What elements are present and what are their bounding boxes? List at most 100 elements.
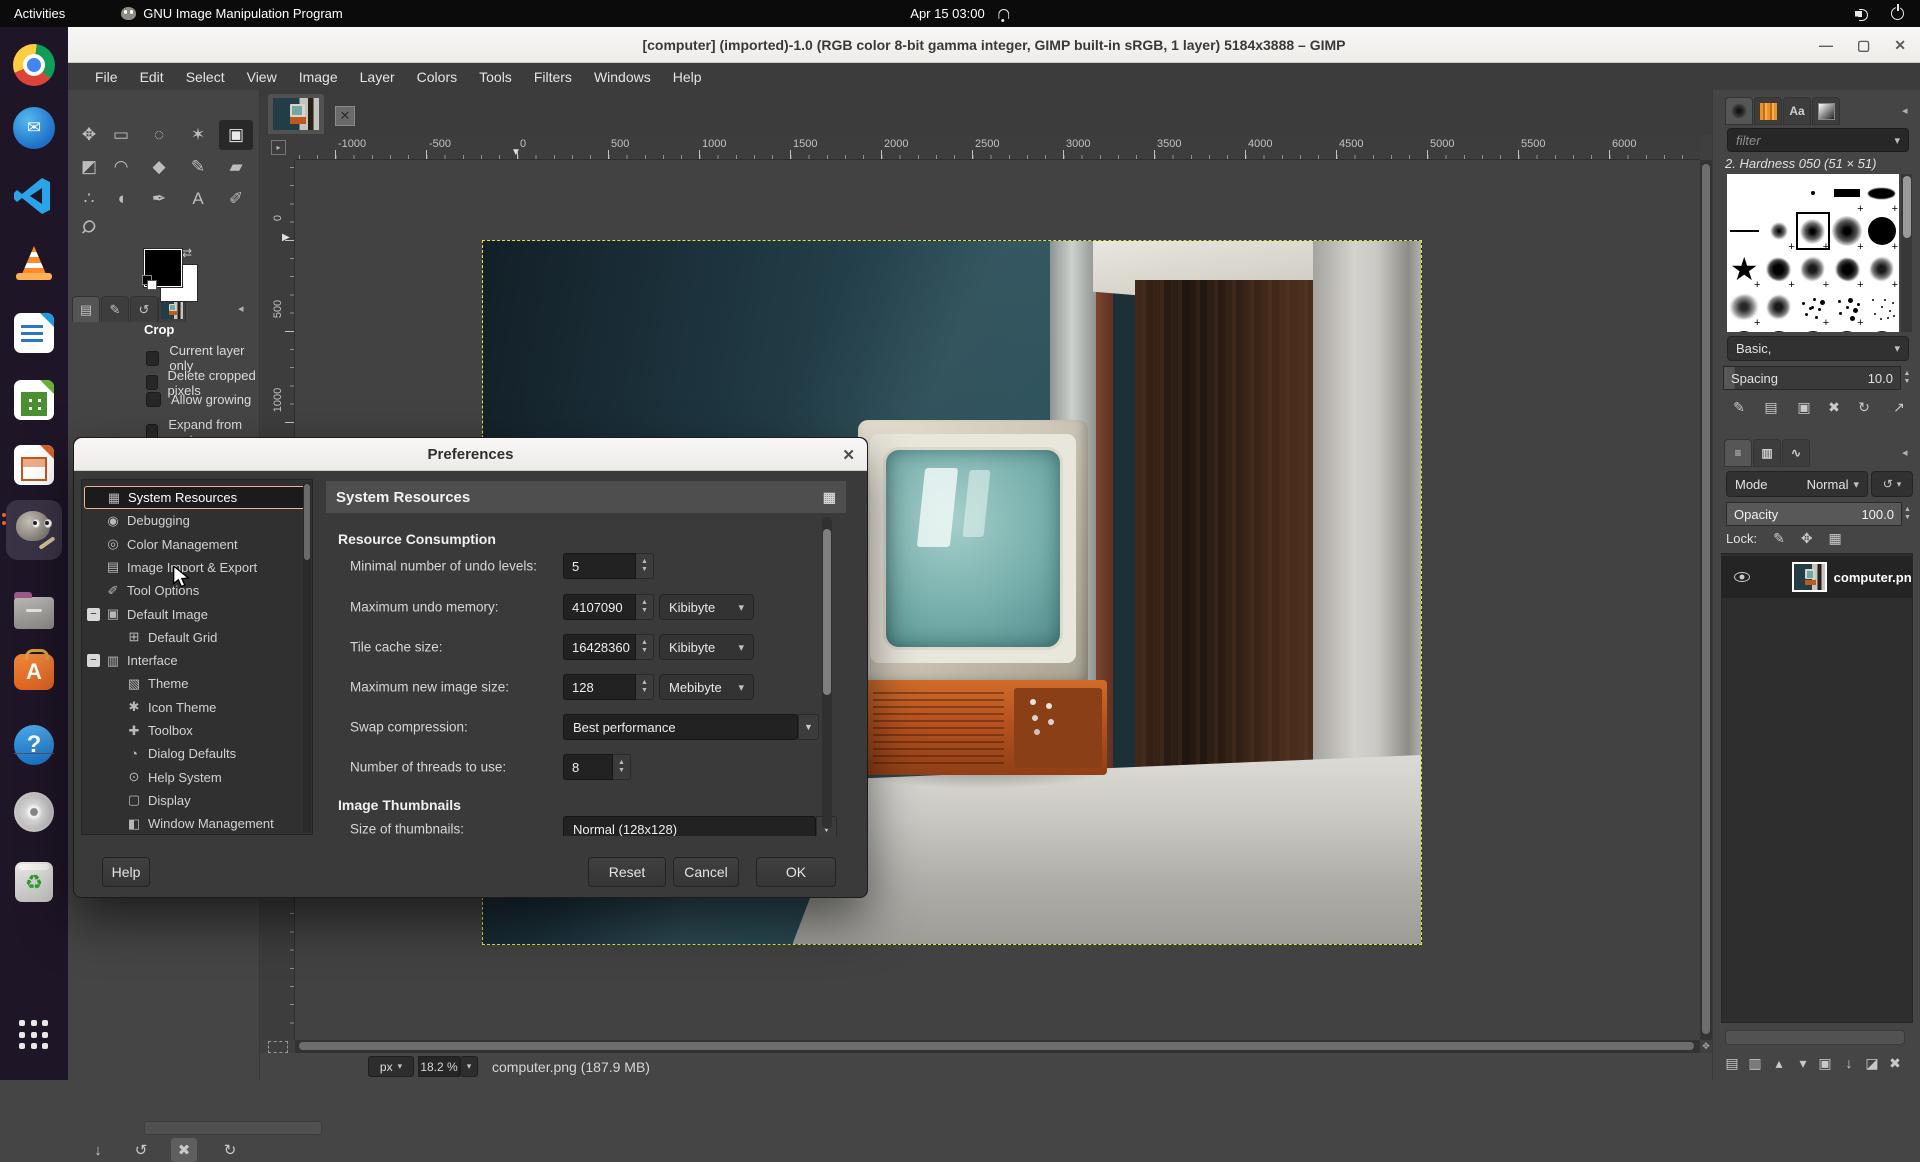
spinner-buttons[interactable]: ▲▼ (613, 754, 631, 780)
menu-select[interactable]: Select (175, 63, 236, 90)
menu-help[interactable]: Help (662, 63, 713, 90)
brush-swatch[interactable] (1727, 326, 1761, 332)
menu-tools[interactable]: Tools (468, 63, 523, 90)
edit-brush-button[interactable]: ✎ (1726, 395, 1752, 419)
dock-item-trash[interactable]: ♻ (10, 858, 58, 906)
field-value[interactable]: Best performance (563, 714, 798, 740)
restore-tool-preset-button[interactable]: ↺ (128, 1138, 154, 1162)
brush-spacing-slider[interactable]: Spacing10.0 (1723, 366, 1901, 390)
menu-image[interactable]: Image (288, 63, 349, 90)
cancel-button[interactable]: Cancel (673, 857, 739, 887)
dock-item-libreoffice-writer[interactable] (10, 309, 58, 357)
reset-tool-options-button[interactable]: ↻ (217, 1138, 243, 1162)
power-icon[interactable] (1891, 7, 1904, 20)
swap-colors-icon[interactable]: ⇄ (182, 246, 192, 260)
tree-item-theme[interactable]: ▧Theme (84, 672, 310, 695)
menu-file[interactable]: File (84, 63, 129, 90)
tab-brushes[interactable] (1725, 97, 1753, 125)
help-button[interactable]: Help (102, 857, 150, 887)
tree-item-system-resources[interactable]: ▦System Resources (84, 486, 310, 509)
brush-swatch[interactable] (1761, 326, 1795, 332)
smudge-tool[interactable]: ◖ (104, 184, 138, 214)
brush-swatch[interactable] (1830, 174, 1864, 212)
collapse-dock-icon[interactable]: ◂ (238, 302, 244, 315)
checkbox-allow-growing[interactable]: Allow growing (146, 392, 251, 407)
lock-position-icon[interactable]: ✥ (1801, 530, 1813, 547)
new-layer-group-button[interactable]: ▥ (1742, 1051, 1768, 1075)
paths-tool[interactable]: ∴ (72, 184, 106, 214)
transform-tool[interactable]: ◩ (72, 152, 106, 182)
content-scrollbar[interactable] (822, 517, 832, 829)
tab-gradients[interactable] (1812, 97, 1840, 125)
brush-swatch[interactable] (1761, 212, 1795, 250)
menu-windows[interactable]: Windows (583, 63, 662, 90)
image-tab[interactable] (268, 94, 324, 134)
tree-item-image-import-export[interactable]: ▤Image Import & Export (84, 556, 310, 579)
field-value[interactable]: 128 (563, 674, 636, 700)
free-select-tool[interactable]: ◌ (142, 120, 176, 150)
reset-button[interactable]: Reset (588, 857, 666, 887)
eraser-tool[interactable]: ▰ (219, 152, 253, 182)
dock-item-gimp[interactable] (10, 503, 58, 551)
menu-layer[interactable]: Layer (349, 63, 406, 90)
menu-edit[interactable]: Edit (129, 63, 175, 90)
dock-item-app-grid[interactable] (10, 1011, 58, 1059)
tree-item-debugging[interactable]: ◉Debugging (84, 509, 310, 532)
tab-layers[interactable]: ≡ (1724, 439, 1752, 467)
tab-fonts[interactable]: Aa (1783, 97, 1811, 125)
brush-swatch[interactable] (1830, 250, 1864, 288)
dialog-title-bar[interactable]: Preferences ✕ (74, 438, 867, 471)
raise-layer-button[interactable]: ▴ (1766, 1051, 1792, 1075)
spinner-buttons[interactable]: ▲▼ (636, 553, 654, 579)
crop-tool[interactable]: ▣ (219, 120, 253, 150)
duplicate-layer-button[interactable]: ▣ (1812, 1051, 1838, 1075)
collapse-dock-icon[interactable]: ◂ (1902, 104, 1908, 117)
menu-colors[interactable]: Colors (406, 63, 468, 90)
dock-item-vlc[interactable] (10, 239, 58, 287)
focused-app-menu[interactable]: GNU Image Manipulation Program (107, 0, 356, 27)
refresh-brushes-button[interactable]: ↻ (1851, 395, 1877, 419)
tree-item-display[interactable]: ▢Display (84, 789, 310, 812)
unit-dropdown[interactable]: Kibibyte▾ (659, 594, 754, 620)
tree-item-interface[interactable]: −▥Interface (84, 649, 310, 672)
tree-item-default-image[interactable]: −▣Default Image (84, 603, 310, 626)
ink-tool[interactable]: ✒ (142, 184, 176, 214)
tree-item-default-grid[interactable]: ⊞Default Grid (84, 626, 310, 649)
delete-tool-preset-button[interactable]: ✖ (171, 1138, 197, 1162)
field-value[interactable]: 8 (563, 754, 613, 780)
brush-swatch[interactable] (1865, 212, 1899, 250)
tree-item-icon-theme[interactable]: ✱Icon Theme (84, 696, 310, 719)
layer-visibility-icon[interactable] (1734, 572, 1750, 582)
zoom-value-field[interactable]: 18.2 % (418, 1056, 460, 1077)
dock-item-thunderbird[interactable]: ✉ (10, 104, 58, 152)
layer-thumbnail[interactable] (1792, 562, 1827, 592)
brush-swatch[interactable] (1796, 174, 1830, 212)
brush-swatch[interactable] (1865, 174, 1899, 212)
rectangle-select-tool[interactable]: ▭ (104, 120, 138, 150)
checkbox-box[interactable] (146, 375, 158, 390)
paintbrush-tool[interactable]: ✎ (181, 152, 215, 182)
canvas-vertical-scrollbar[interactable] (1700, 160, 1712, 1040)
brush-swatch[interactable] (1830, 212, 1864, 250)
dock-item-help[interactable]: ? (10, 721, 58, 769)
tree-item-window-management[interactable]: ◧Window Management (84, 812, 310, 835)
brush-filter-input[interactable]: filter ▾ (1727, 128, 1909, 152)
tab-undo-history[interactable]: ↺ (130, 296, 158, 322)
unit-dropdown[interactable]: Kibibyte▾ (659, 634, 754, 660)
navigation-button[interactable]: ✥ (1700, 1040, 1712, 1053)
horizontal-ruler[interactable]: ▼-1000-500050010001500200025003000350040… (295, 135, 1700, 160)
brush-group-dropdown[interactable]: Basic,▾ (1727, 336, 1909, 361)
tree-item-tool-options[interactable]: ✐Tool Options (84, 579, 310, 602)
gimp-title-bar[interactable]: [computer] (imported)-1.0 (RGB color 8-b… (68, 27, 1920, 63)
brush-swatch[interactable] (1761, 288, 1795, 326)
brush-swatch[interactable] (1796, 250, 1830, 288)
combo-dropdown-button[interactable]: ▼ (798, 714, 819, 740)
clock[interactable]: Apr 15 03:00 (910, 6, 984, 21)
canvas-horizontal-scrollbar[interactable] (295, 1040, 1700, 1053)
tree-scrollbar[interactable] (303, 482, 311, 832)
empty-image-tab[interactable]: ✕ (326, 98, 364, 134)
fuzzy-select-tool[interactable]: ✶ (181, 120, 215, 150)
tree-item-help-system[interactable]: ⊙Help System (84, 766, 310, 789)
save-tool-preset-button[interactable]: ↓ (85, 1138, 111, 1162)
tree-item-dialog-defaults[interactable]: ◔Dialog Defaults (84, 742, 310, 765)
